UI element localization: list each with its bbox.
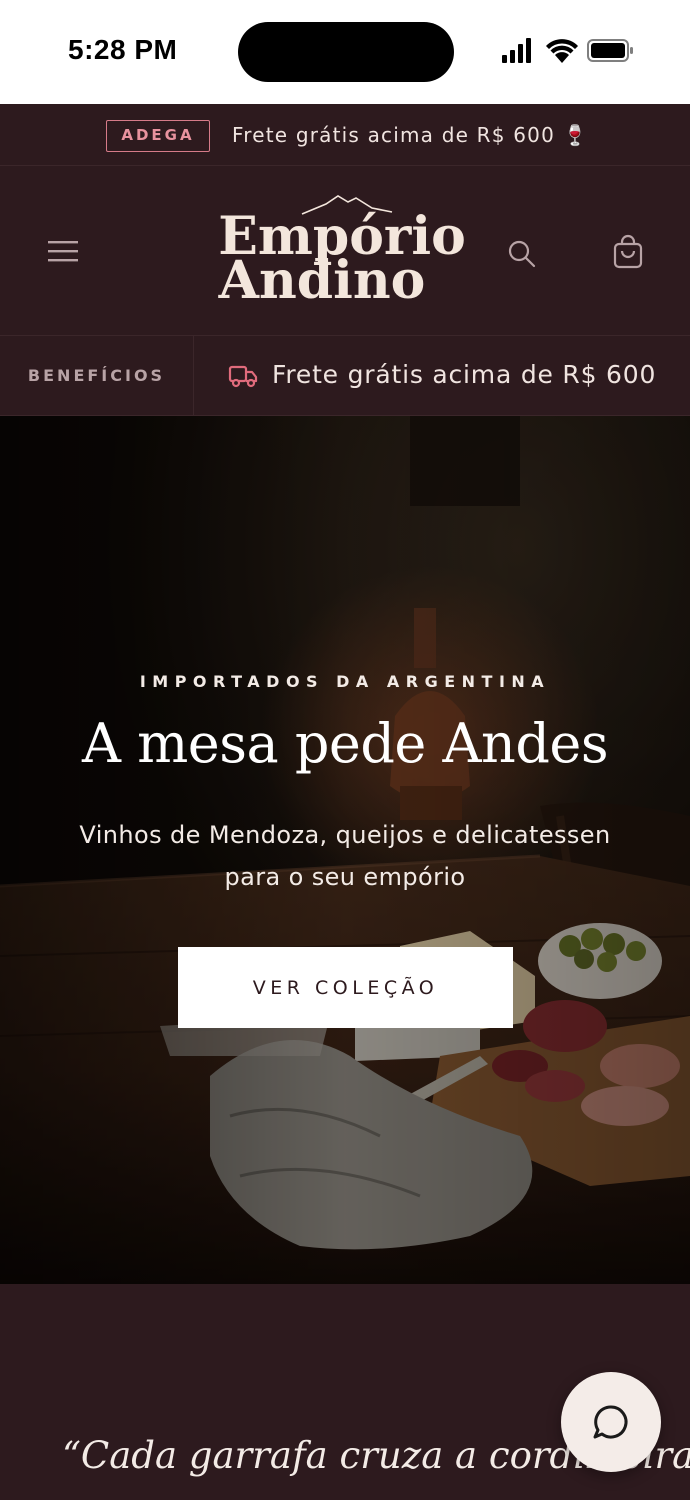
logo-line2: Andino bbox=[218, 250, 426, 311]
status-icons bbox=[502, 38, 633, 63]
hero-banner: IMPORTADOS DA ARGENTINA A mesa pede Ande… bbox=[0, 416, 690, 1284]
site-header: Empório Andino bbox=[0, 166, 690, 336]
dynamic-island bbox=[238, 22, 454, 82]
announcement-text: Frete grátis acima de R$ 600 🍷 bbox=[232, 123, 589, 147]
signal-icon bbox=[502, 38, 531, 63]
menu-icon[interactable] bbox=[46, 238, 80, 264]
hero-eyebrow: IMPORTADOS DA ARGENTINA bbox=[139, 672, 551, 691]
chat-bubble-icon bbox=[593, 1405, 628, 1439]
battery-icon bbox=[587, 39, 633, 62]
announcement-bar: ADEGA Frete grátis acima de R$ 600 🍷 bbox=[0, 104, 690, 166]
view-collection-button[interactable]: VER COLEÇÃO bbox=[178, 947, 513, 1028]
status-bar: 5:28 PM bbox=[0, 0, 690, 104]
benefits-bar: BENEFÍCIOS Frete grátis acima de R$ 600 bbox=[0, 336, 690, 416]
status-time: 5:28 PM bbox=[68, 34, 178, 65]
search-icon[interactable] bbox=[506, 238, 538, 270]
truck-icon bbox=[228, 365, 258, 388]
chat-button[interactable] bbox=[561, 1372, 661, 1472]
announcement-badge: ADEGA bbox=[106, 120, 210, 152]
benefit-item-text: Frete grátis acima de R$ 600 bbox=[272, 360, 657, 389]
logo[interactable]: Empório Andino bbox=[176, 192, 516, 312]
cart-icon[interactable] bbox=[610, 234, 646, 270]
hero-subtitle: Vinhos de Mendoza, queijos e delicatesse… bbox=[79, 821, 611, 891]
wifi-icon bbox=[546, 39, 578, 63]
hero-title: A mesa pede Andes bbox=[81, 712, 609, 775]
benefits-label: BENEFÍCIOS bbox=[0, 336, 194, 415]
